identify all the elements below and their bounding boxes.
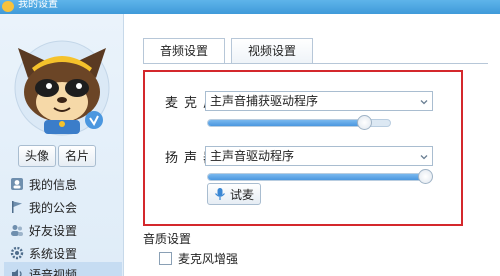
avatar — [14, 40, 110, 136]
card-button[interactable]: 名片 — [58, 145, 96, 167]
sidebar-item-label: 语音视频 — [29, 267, 78, 276]
sidebar-item-label: 好友设置 — [29, 223, 78, 238]
sidebar-item-friend-settings[interactable]: 好友设置 — [10, 218, 122, 242]
quality-section-title: 音质设置 — [143, 232, 192, 246]
sidebar-item-my-guild[interactable]: 我的公会 — [10, 195, 122, 219]
window-title: 我的设置 — [18, 0, 58, 10]
settings-panel: 音频设置 视频设置 麦克风 主声音捕获驱动程序 扬声器 主声音驱动程序 试麦 音… — [125, 14, 500, 276]
profile-icon — [11, 178, 23, 190]
app-logo-icon — [2, 1, 14, 12]
mic-boost-checkbox[interactable] — [159, 252, 172, 265]
sidebar: 头像 名片 我的信息 我的公会 好友设置 系统设置 语音视频 — [0, 14, 124, 276]
mic-boost-option[interactable]: 麦克风增强 — [159, 250, 238, 267]
avatar-button[interactable]: 头像 — [18, 145, 56, 167]
sidebar-item-voice-video[interactable]: 语音视频 — [4, 262, 122, 276]
speaker-icon — [12, 269, 22, 276]
title-bar: 我的设置 — [0, 0, 500, 14]
flag-icon — [12, 201, 22, 213]
gear-icon — [10, 246, 24, 260]
sidebar-item-my-info[interactable]: 我的信息 — [10, 172, 122, 196]
tab-audio-settings[interactable]: 音频设置 — [143, 38, 225, 64]
sidebar-item-label: 系统设置 — [29, 246, 78, 261]
friends-icon — [11, 225, 23, 236]
mic-boost-label: 麦克风增强 — [178, 252, 239, 266]
highlight-box — [143, 70, 463, 226]
sidebar-item-label: 我的信息 — [29, 177, 78, 192]
sidebar-item-label: 我的公会 — [29, 200, 78, 215]
tab-divider — [143, 63, 488, 64]
tab-video-settings[interactable]: 视频设置 — [231, 38, 313, 64]
